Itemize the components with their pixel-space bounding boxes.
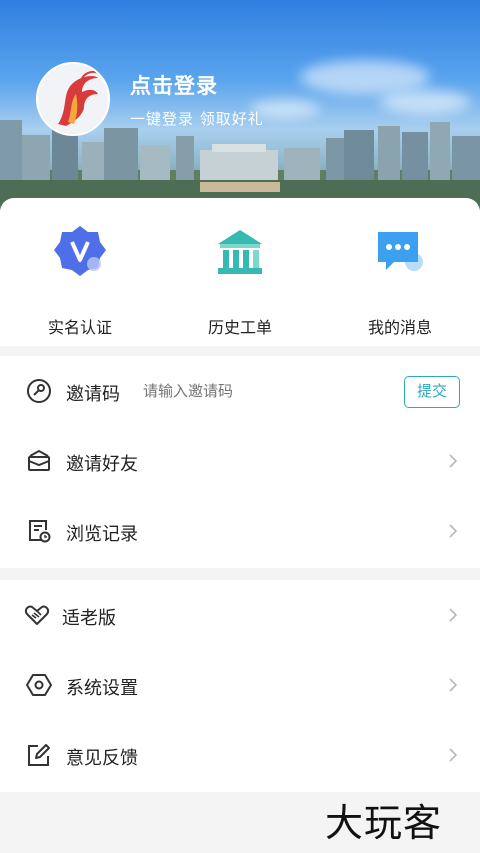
menu-group-1: 邀请码 提交 邀请好友 浏览记录 <box>0 356 480 568</box>
quick-action-label: 我的消息 <box>367 318 432 337</box>
avatar[interactable] <box>36 62 110 136</box>
watermark-logo: 大玩客 <box>325 801 443 845</box>
invite-code-input[interactable] <box>143 382 293 400</box>
invite-code-row: 邀请码 提交 <box>0 356 480 426</box>
quick-action-messages[interactable]: 我的消息 <box>320 222 480 338</box>
chevron-right-icon <box>449 608 458 622</box>
menu-item-label: 适老版 <box>62 608 116 629</box>
envelope-icon <box>28 449 50 471</box>
verified-badge-icon <box>54 226 106 276</box>
menu-item-label: 系统设置 <box>66 678 138 699</box>
key-circle-icon <box>27 379 51 403</box>
message-bubble-icon <box>378 232 423 271</box>
submit-button[interactable]: 提交 <box>404 376 460 408</box>
menu-item-feedback[interactable]: 意见反馈 <box>0 720 480 790</box>
quick-action-real-name[interactable]: 实名认证 <box>0 222 160 338</box>
chevron-right-icon <box>449 748 458 762</box>
cloud <box>300 60 430 94</box>
menu-item-browse-history[interactable]: 浏览记录 <box>0 496 480 566</box>
history-doc-icon <box>29 520 51 543</box>
edit-feedback-icon <box>28 744 50 766</box>
menu-item-elderly-mode[interactable]: 适老版 <box>0 580 480 650</box>
login-title[interactable]: 点击登录 <box>130 70 218 100</box>
invite-code-label: 邀请码 <box>66 384 120 405</box>
menu-item-label: 浏览记录 <box>66 524 138 545</box>
menu-item-system-settings[interactable]: 系统设置 <box>0 650 480 720</box>
menu-item-label: 邀请好友 <box>66 454 138 475</box>
login-subtitle[interactable]: 一键登录 领取好礼 <box>130 108 264 129</box>
quick-actions-card: 实名认证 历史工单 我的消息 <box>0 198 480 346</box>
government-building-icon <box>218 230 262 274</box>
menu-item-label: 意见反馈 <box>66 748 138 769</box>
chevron-right-icon <box>449 454 458 468</box>
heart-hands-icon <box>24 605 50 625</box>
quick-action-label: 历史工单 <box>207 318 272 337</box>
profile-header: 点击登录 一键登录 领取好礼 <box>0 0 480 210</box>
quick-action-history[interactable]: 历史工单 <box>160 222 320 338</box>
chevron-right-icon <box>449 524 458 538</box>
quick-action-label: 实名认证 <box>47 318 112 337</box>
chevron-right-icon <box>449 678 458 692</box>
menu-group-2: 适老版 系统设置 意见反馈 <box>0 580 480 792</box>
hexagon-settings-icon <box>26 674 52 696</box>
menu-item-invite-friends[interactable]: 邀请好友 <box>0 426 480 496</box>
